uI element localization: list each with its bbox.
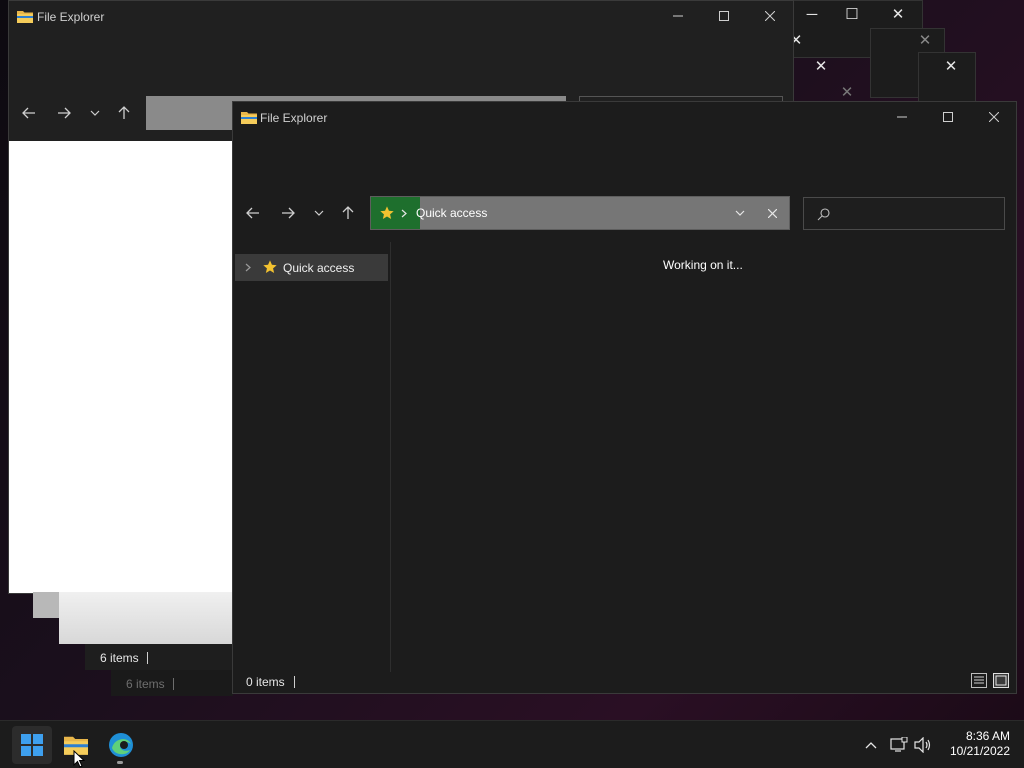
clock[interactable]: 8:36 AM 10/21/2022 [940, 729, 1010, 759]
minimize-icon[interactable]: ─ [805, 7, 819, 22]
navigation-pane: Quick access [233, 242, 391, 672]
loading-message: Working on it... [663, 258, 743, 272]
ghost-status-frame: 6 items [111, 670, 233, 696]
folder-icon [241, 112, 257, 124]
close-icon[interactable]: ✕ [814, 59, 828, 74]
recent-locations-button[interactable] [307, 201, 331, 225]
mouse-cursor-icon [73, 750, 85, 768]
star-icon [263, 260, 277, 273]
maximize-icon [719, 11, 729, 21]
ghost-status-frame: 6 items [85, 644, 233, 670]
chevron-down-icon [90, 110, 100, 116]
arrow-up-icon [342, 206, 354, 219]
status-item-count: 0 items [246, 675, 285, 689]
chevron-up-icon[interactable] [865, 741, 877, 749]
minimize-icon [897, 116, 907, 118]
edge-icon [109, 733, 133, 757]
maximize-button[interactable] [925, 102, 971, 132]
app-running-indicator [117, 761, 123, 764]
minimize-button[interactable] [879, 102, 925, 132]
maximize-button[interactable] [701, 1, 747, 31]
up-button[interactable] [112, 101, 136, 125]
sidebar-item-label: Quick access [283, 261, 355, 275]
status-separator [147, 652, 148, 664]
back-button[interactable] [17, 101, 41, 125]
minimize-icon [673, 15, 683, 17]
windows-logo-icon [21, 734, 43, 756]
close-icon[interactable]: ✕ [840, 85, 854, 100]
chevron-right-icon[interactable] [401, 209, 407, 218]
large-icons-view-icon [995, 675, 1007, 686]
up-button[interactable] [336, 201, 360, 225]
arrow-left-icon [246, 207, 259, 219]
minimize-button[interactable] [655, 1, 701, 31]
arrow-up-icon [118, 106, 130, 119]
close-button[interactable] [747, 1, 793, 31]
status-separator [294, 676, 295, 688]
start-button[interactable] [12, 726, 52, 764]
address-bar[interactable]: Quick access [370, 196, 790, 230]
close-icon [989, 112, 999, 122]
status-separator [173, 678, 174, 690]
chevron-down-icon[interactable] [735, 210, 745, 216]
details-view-button[interactable] [971, 673, 987, 688]
close-icon[interactable]: ✕ [944, 59, 958, 74]
folder-icon [17, 11, 33, 23]
recent-locations-button[interactable] [83, 101, 107, 125]
back-button[interactable] [241, 201, 265, 225]
content-area [9, 141, 235, 593]
arrow-right-icon [58, 107, 71, 119]
arrow-right-icon [282, 207, 295, 219]
taskbar-edge[interactable] [100, 726, 140, 764]
clock-time: 8:36 AM [965, 729, 1010, 743]
forward-button[interactable] [52, 101, 76, 125]
taskbar: 8:36 AM 10/21/2022 [0, 720, 1024, 768]
close-button[interactable] [971, 102, 1017, 132]
taskbar-file-explorer[interactable] [56, 726, 96, 768]
ghost-pane [59, 592, 233, 644]
star-icon [380, 206, 394, 219]
close-icon [765, 11, 775, 21]
forward-button[interactable] [276, 201, 300, 225]
status-item-count: 6 items [100, 651, 139, 665]
address-location[interactable]: Quick access [416, 206, 487, 220]
search-box[interactable] [803, 197, 1005, 230]
volume-icon[interactable] [914, 737, 932, 753]
maximize-icon[interactable]: ☐ [845, 7, 859, 22]
front-explorer-window[interactable]: File Explorer Quick access Quick access … [232, 101, 1017, 694]
details-view-icon [974, 676, 984, 684]
maximize-icon [943, 112, 953, 122]
chevron-right-icon[interactable] [245, 263, 251, 272]
close-icon[interactable]: ✕ [918, 33, 932, 48]
sidebar-item-quick-access[interactable]: Quick access [235, 254, 388, 281]
window-title: File Explorer [260, 111, 328, 125]
arrow-left-icon [22, 107, 35, 119]
clock-date: 10/21/2022 [949, 744, 1010, 758]
large-icons-view-button[interactable] [993, 673, 1009, 688]
close-icon[interactable] [768, 209, 777, 218]
search-input[interactable] [834, 204, 998, 224]
close-icon[interactable]: ✕ [891, 7, 905, 22]
search-icon [817, 208, 830, 221]
status-item-count: 6 items [126, 677, 165, 691]
network-icon[interactable] [890, 737, 908, 753]
window-title: File Explorer [37, 10, 105, 24]
chevron-down-icon [314, 210, 324, 216]
